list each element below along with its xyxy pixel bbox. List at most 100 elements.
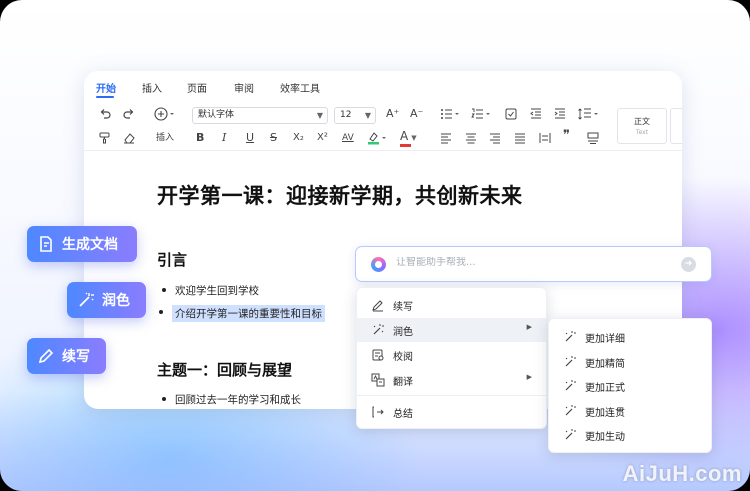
font-shrink-icon[interactable]: A⁻: [410, 107, 423, 121]
submenu-item-label: 更加生动: [585, 432, 625, 443]
menu-item-label: 续写: [393, 302, 413, 313]
char-spacing-button[interactable]: AV: [342, 131, 354, 145]
menu-item-label: 校阅: [393, 352, 413, 363]
magic-wand-icon: [373, 324, 384, 335]
menu-item-proofread[interactable]: 校阅: [357, 343, 546, 367]
submenu-item-label: 更加连贯: [585, 408, 625, 419]
document-title: 开学第一课：迎接新学期，共创新未来: [157, 184, 523, 208]
tab-efficiency-tools[interactable]: 效率工具: [280, 80, 320, 95]
magic-wand-icon: [565, 331, 576, 342]
ai-assistant-box: ➜: [355, 246, 712, 282]
highlight-color-icon[interactable]: [367, 131, 389, 145]
tab-insert[interactable]: 插入: [142, 80, 162, 95]
align-left-icon[interactable]: [440, 132, 452, 144]
chevron-down-icon: ▼: [316, 111, 323, 120]
numbered-list-icon[interactable]: [471, 108, 491, 120]
style-next-card[interactable]: [670, 108, 682, 144]
list-item: 欢迎学生回到学校: [162, 285, 259, 297]
submenu-item-label: 更加正式: [585, 383, 625, 394]
menu-item-label: 总结: [393, 409, 413, 420]
indent-decrease-icon[interactable]: [530, 108, 542, 120]
chevron-right-icon: ▶: [526, 373, 532, 381]
section-heading-intro: 引言: [157, 251, 188, 269]
style-normal-label: 正文: [634, 117, 650, 126]
submenu-item-more-concise[interactable]: 更加精简: [549, 350, 711, 374]
generate-document-button[interactable]: 生成文档: [27, 226, 137, 262]
menu-item-label: 翻译: [393, 377, 413, 388]
indent-increase-icon[interactable]: [554, 108, 566, 120]
tab-page[interactable]: 页面: [187, 80, 207, 95]
document-edit-icon: [40, 236, 52, 252]
menu-item-translate[interactable]: 翻译 ▶: [357, 368, 546, 392]
translate-icon: [371, 373, 385, 387]
menu-item-summarize[interactable]: 总结: [357, 400, 546, 424]
pencil-icon: [38, 348, 54, 364]
bulleted-list-icon[interactable]: [440, 108, 460, 120]
submenu-item-label: 更加精简: [585, 359, 625, 370]
format-painter-icon[interactable]: [99, 132, 111, 144]
align-right-icon[interactable]: [489, 132, 501, 144]
font-size-value: 12: [340, 110, 352, 120]
italic-button[interactable]: I: [222, 131, 226, 145]
align-center-icon[interactable]: [465, 132, 477, 144]
menu-item-label: 润色: [393, 327, 413, 338]
pencil-icon: [372, 300, 383, 312]
font-color-bar: [400, 144, 411, 147]
chevron-right-icon: ▶: [526, 323, 532, 331]
summary-bracket-icon: [372, 406, 384, 418]
bold-button[interactable]: B: [196, 131, 204, 145]
checkbox-list-icon[interactable]: [505, 108, 517, 120]
magic-wand-icon: [565, 356, 576, 367]
distributed-align-icon[interactable]: [539, 132, 551, 144]
tab-review[interactable]: 审阅: [234, 80, 254, 95]
redo-icon[interactable]: [123, 108, 135, 120]
proofread-icon: [372, 349, 384, 361]
style-normal-card[interactable]: 正文 Text: [617, 108, 667, 144]
section-heading-topic-one: 主题一：回顾与展望: [157, 361, 293, 379]
eraser-icon[interactable]: [123, 132, 135, 144]
polish-button[interactable]: 润色: [67, 282, 146, 318]
style-normal-sublabel: Text: [635, 129, 649, 136]
generate-document-label: 生成文档: [62, 237, 118, 253]
underline-button[interactable]: U: [246, 131, 254, 145]
magic-wand-icon: [565, 380, 576, 391]
site-watermark: AiJuH.com: [622, 461, 742, 486]
line-spacing-icon[interactable]: [578, 108, 600, 120]
submenu-item-more-vivid[interactable]: 更加生动: [549, 423, 711, 447]
menu-item-polish[interactable]: 润色 ▶: [357, 318, 546, 342]
superscript-button[interactable]: X²: [317, 131, 328, 145]
list-item: 回顾过去一年的学习和成长: [162, 394, 301, 406]
ribbon-tabs: 开始 插入 页面 审阅 效率工具: [84, 71, 682, 101]
quote-icon[interactable]: ❞: [563, 129, 570, 143]
continue-writing-label: 续写: [62, 349, 90, 365]
chevron-down-icon: ▼: [364, 111, 371, 120]
ai-assistant-logo-icon: [371, 257, 386, 272]
magic-wand-icon: [79, 292, 94, 307]
submenu-item-more-coherent[interactable]: 更加连贯: [549, 399, 711, 423]
menu-item-continue-writing[interactable]: 续写: [357, 293, 546, 317]
font-color-button[interactable]: A ▼: [400, 129, 417, 147]
magic-wand-icon: [565, 405, 576, 416]
active-tab-indicator: [96, 96, 114, 98]
toolbar: 默认字体 ▼ 12 ▼ A⁺ A⁻ 插入 B I U S X₂ X² AV A …: [84, 101, 682, 151]
submenu-item-more-formal[interactable]: 更加正式: [549, 374, 711, 398]
strikethrough-button[interactable]: S: [270, 131, 277, 145]
undo-icon[interactable]: [99, 108, 111, 120]
paragraph-border-icon[interactable]: [587, 132, 599, 144]
font-family-select[interactable]: 默认字体 ▼: [192, 107, 328, 124]
ai-prompt-input[interactable]: [396, 257, 666, 268]
polish-label: 润色: [102, 293, 130, 309]
tab-start[interactable]: 开始: [96, 80, 116, 95]
list-item-selected[interactable]: 介绍开学第一课的重要性和目标: [159, 305, 325, 322]
continue-writing-button[interactable]: 续写: [27, 338, 106, 374]
font-grow-icon[interactable]: A⁺: [386, 107, 399, 121]
magic-wand-icon: [565, 429, 576, 440]
subscript-button[interactable]: X₂: [293, 131, 304, 145]
submenu-item-more-detailed[interactable]: 更加详细: [549, 325, 711, 349]
send-arrow-icon[interactable]: ➜: [681, 257, 696, 272]
font-size-select[interactable]: 12 ▼: [334, 107, 376, 124]
insert-plus-icon[interactable]: [154, 107, 178, 121]
justify-icon[interactable]: [514, 132, 526, 144]
page-background: 开始 插入 页面 审阅 效率工具 默认字体 ▼ 12 ▼ A⁺ A⁻ 插入 B …: [0, 0, 750, 491]
ai-action-menu: 续写 润色 ▶ 校阅 翻译 ▶ 总结: [356, 287, 547, 429]
